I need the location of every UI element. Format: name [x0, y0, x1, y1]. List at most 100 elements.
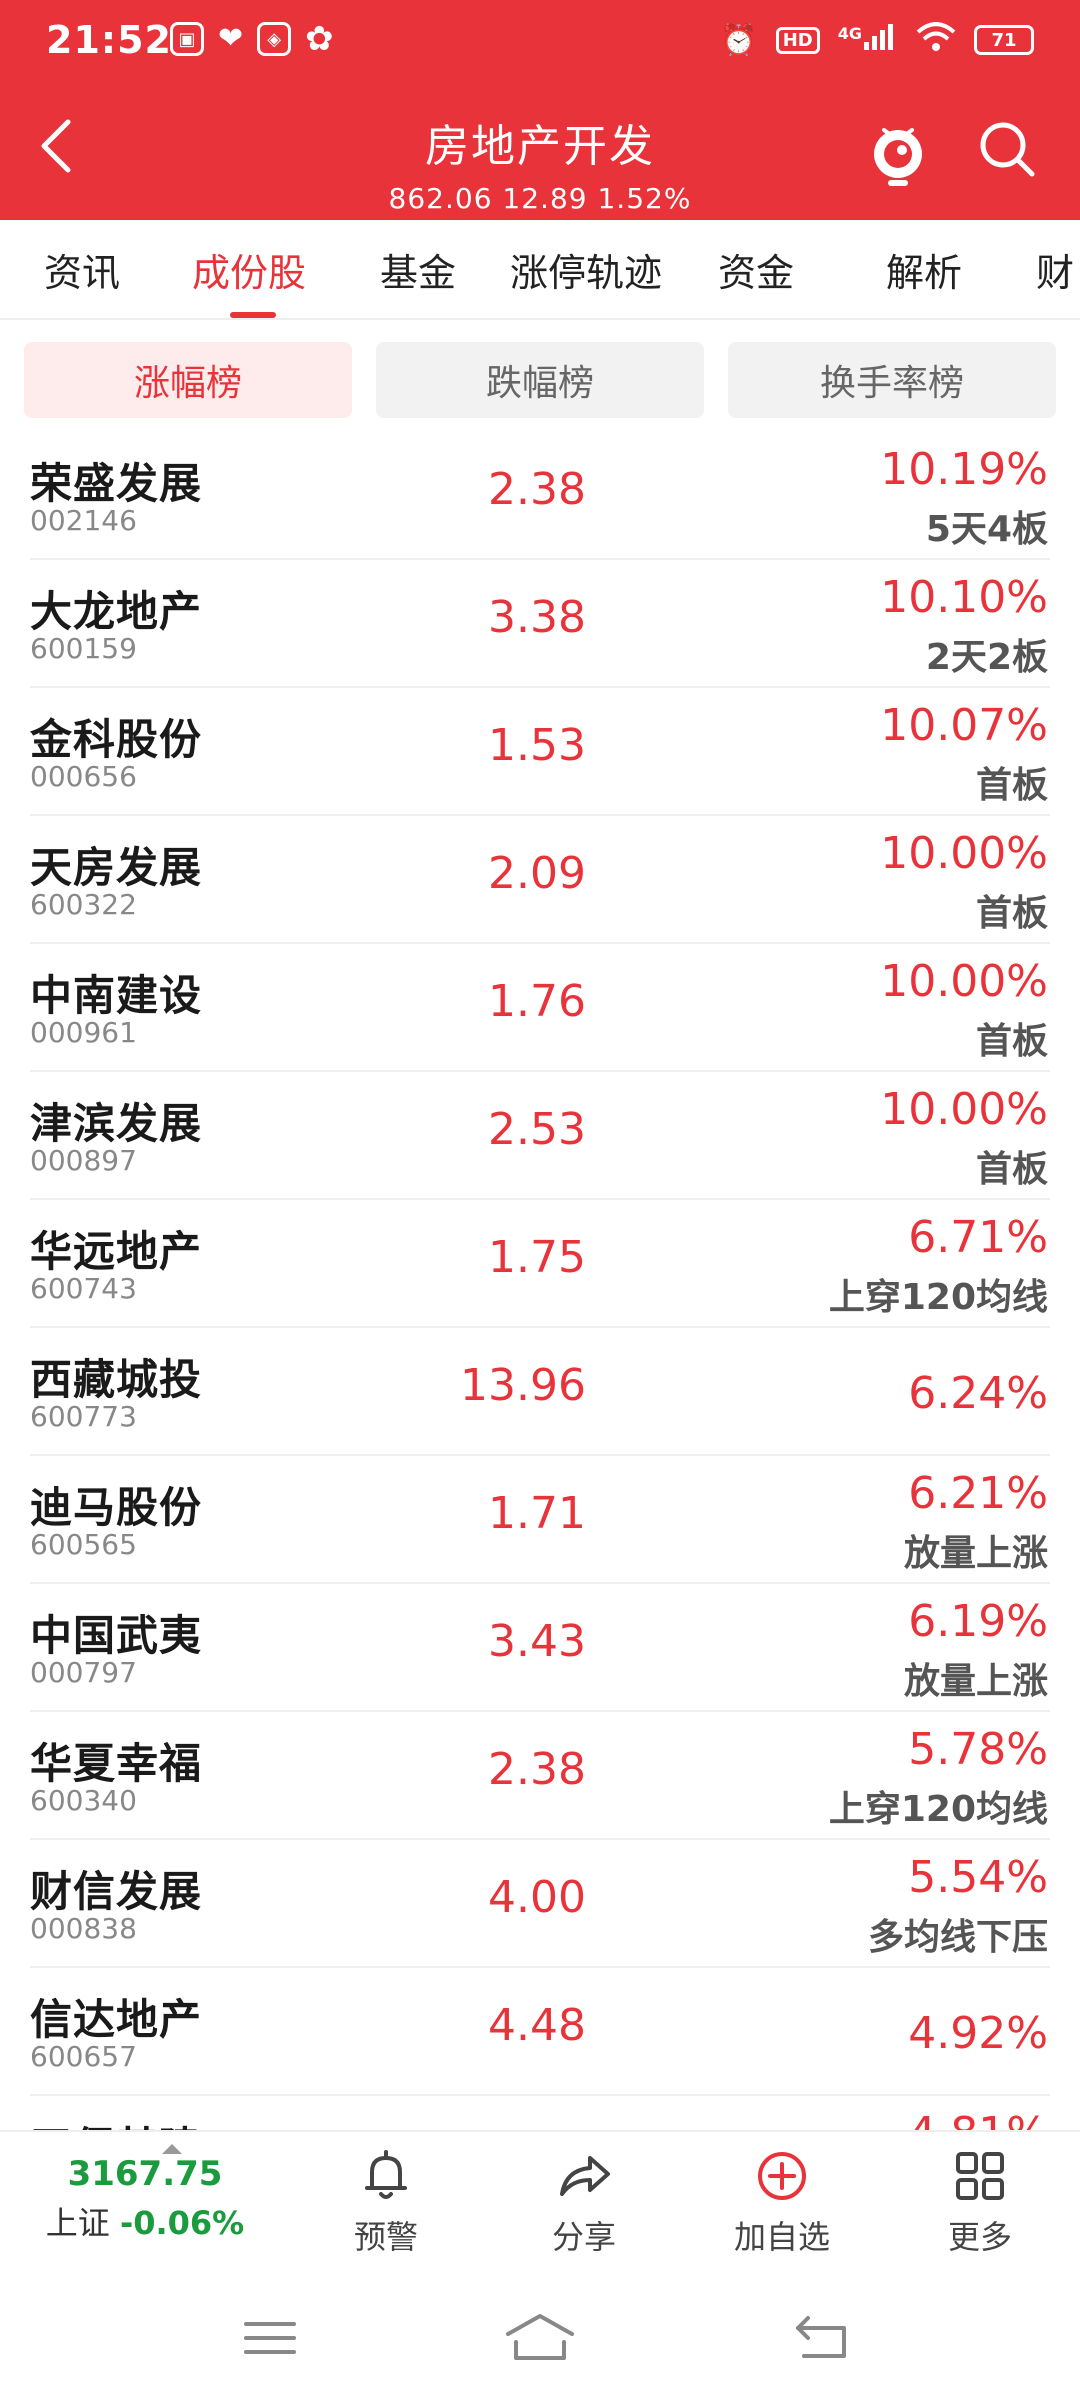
grid-icon — [956, 2152, 1004, 2200]
stock-name: 大龙地产 — [30, 587, 203, 636]
add-watchlist-label: 加自选 — [733, 2218, 830, 2256]
stock-change-pct: 10.07% — [880, 700, 1048, 751]
stock-price: 4.48 — [488, 2000, 586, 2051]
home-icon[interactable] — [504, 2312, 576, 2364]
stock-tag: 首板 — [975, 893, 1048, 934]
tab-constituents[interactable]: 成份股 — [192, 242, 306, 297]
table-row[interactable]: 金科股份 000656 1.53 10.07% 首板 — [0, 688, 1080, 816]
stock-name: 西藏城投 — [30, 1355, 203, 1404]
stock-name: 迪马股份 — [30, 1483, 203, 1532]
stock-change-pct: 4.92% — [908, 2008, 1048, 2059]
stock-price: 3.38 — [488, 592, 586, 643]
stock-code: 000797 — [30, 1656, 137, 1689]
mascot-icon[interactable] — [866, 116, 930, 188]
stock-code: 600743 — [30, 1272, 137, 1305]
wifi-icon — [916, 22, 956, 58]
tab-news[interactable]: 资讯 — [44, 242, 120, 297]
stock-change-pct: 10.10% — [880, 572, 1048, 623]
stock-name: 信达地产 — [30, 1995, 203, 2044]
stock-tag: 首板 — [975, 1149, 1048, 1190]
stock-code: 600657 — [30, 2040, 137, 2073]
filter-losers[interactable]: 跌幅榜 — [376, 342, 704, 418]
back-icon[interactable] — [794, 2312, 850, 2364]
stock-list: 荣盛发展 002146 2.38 10.19% 5天4板 大龙地产 600159… — [0, 432, 1080, 2132]
index-quote: 862.06 12.89 1.52% — [388, 182, 692, 215]
stock-price: 1.53 — [488, 720, 586, 771]
stock-code: 600565 — [30, 1528, 137, 1561]
filter-gainers[interactable]: 涨幅榜 — [24, 342, 352, 418]
stock-change-pct: 10.00% — [880, 1084, 1048, 1135]
stock-name: 荣盛发展 — [30, 459, 203, 508]
stock-tag: 首板 — [975, 765, 1048, 806]
tab-capital[interactable]: 资金 — [718, 242, 794, 297]
stock-price: 2.53 — [488, 1104, 586, 1155]
stock-name: 华夏幸福 — [30, 1739, 203, 1788]
notification-icons: ▣ ❤ ◈ ✿ — [170, 22, 334, 56]
stock-code: 600322 — [30, 888, 137, 921]
table-row[interactable]: 天房发展 600322 2.09 10.00% 首板 — [0, 816, 1080, 944]
stock-name: 中国武夷 — [30, 1611, 203, 1660]
status-time: 21:52 — [46, 18, 172, 62]
table-row[interactable]: 中南建设 000961 1.76 10.00% 首板 — [0, 944, 1080, 1072]
share-button[interactable]: 分享 — [504, 2148, 664, 2258]
search-icon[interactable] — [976, 118, 1038, 180]
stock-tag: 首板 — [975, 1021, 1048, 1062]
back-arrow-icon[interactable] — [34, 116, 78, 176]
index-change: -0.06% — [119, 2204, 245, 2242]
table-row[interactable]: 大龙地产 600159 3.38 10.10% 2天2板 — [0, 560, 1080, 688]
more-button[interactable]: 更多 — [900, 2148, 1060, 2258]
stock-code: 600159 — [30, 632, 137, 665]
table-row[interactable]: 信达地产 600657 4.48 4.92% — [0, 1968, 1080, 2096]
app-notification-icon: ▣ — [170, 22, 204, 56]
table-row[interactable]: 华远地产 600743 1.75 6.71% 上穿120均线 — [0, 1200, 1080, 1328]
app-notification-icon-2: ◈ — [257, 22, 292, 56]
stock-name: 天房发展 — [30, 843, 203, 892]
table-row[interactable]: 荣盛发展 002146 2.38 10.19% 5天4板 — [0, 432, 1080, 560]
table-row[interactable]: 财信发展 000838 4.00 5.54% 多均线下压 — [0, 1840, 1080, 1968]
stock-tag: 2天2板 — [925, 637, 1048, 678]
table-row[interactable]: 西藏城投 600773 13.96 6.24% — [0, 1328, 1080, 1456]
stock-tag: 上穿120均线 — [828, 1789, 1048, 1830]
stock-change-pct: 6.21% — [908, 1468, 1048, 1519]
stock-name: 津滨发展 — [30, 1099, 203, 1148]
alert-label: 预警 — [353, 2218, 418, 2256]
stock-change-pct: 5.78% — [908, 1724, 1048, 1775]
stock-price: 4.00 — [488, 1872, 586, 1923]
add-circle-icon — [758, 2152, 806, 2200]
shanghai-index-widget[interactable]: 3167.75 上证 -0.06% — [30, 2144, 260, 2244]
stock-price: 2.09 — [488, 848, 586, 899]
caret-up-icon — [162, 2144, 182, 2154]
tab-analysis[interactable]: 解析 — [886, 242, 962, 297]
table-row[interactable]: 中国武夷 000797 3.43 6.19% 放量上涨 — [0, 1584, 1080, 1712]
app-header: 21:52 ▣ ❤ ◈ ✿ ⏰ HD 4G 71 房地产开发 862.06 12… — [0, 0, 1080, 220]
stock-name: 华远地产 — [30, 1227, 203, 1276]
stock-price: 2.38 — [488, 1744, 586, 1795]
status-bar: 21:52 ▣ ❤ ◈ ✿ ⏰ HD 4G 71 — [0, 0, 1080, 84]
stock-change-pct: 10.00% — [880, 956, 1048, 1007]
page-title-block: 房地产开发 862.06 12.89 1.52% — [240, 110, 840, 215]
filter-turnover[interactable]: 换手率榜 — [728, 342, 1056, 418]
stock-tag: 上穿120均线 — [828, 1277, 1048, 1318]
stock-tag: 多均线下压 — [867, 1917, 1048, 1958]
stock-code: 000656 — [30, 760, 137, 793]
index-line: 上证 -0.06% — [30, 2198, 260, 2244]
tab-funds[interactable]: 基金 — [380, 242, 456, 297]
stock-change-pct: 5.54% — [908, 1852, 1048, 1903]
tab-limit-up-track[interactable]: 涨停轨迹 — [510, 242, 662, 297]
table-row[interactable]: 津滨发展 000897 2.53 10.00% 首板 — [0, 1072, 1080, 1200]
stock-tag: 5天4板 — [925, 509, 1048, 550]
stock-change-pct: 6.24% — [908, 1368, 1048, 1419]
add-watchlist-button[interactable]: 加自选 — [702, 2148, 862, 2258]
stock-tag: 放量上涨 — [903, 1533, 1048, 1574]
hd-icon: HD — [775, 26, 820, 54]
stock-code: 000897 — [30, 1144, 137, 1177]
table-row[interactable]: 迪马股份 600565 1.71 6.21% 放量上涨 — [0, 1456, 1080, 1584]
bell-icon — [365, 2150, 407, 2199]
table-row[interactable]: 天保基建 4.81% — [0, 2096, 1080, 2132]
alert-button[interactable]: 预警 — [306, 2148, 466, 2258]
table-row[interactable]: 华夏幸福 600340 2.38 5.78% 上穿120均线 — [0, 1712, 1080, 1840]
menu-icon[interactable] — [244, 2312, 296, 2364]
stock-name: 金科股份 — [30, 715, 203, 764]
tab-bar: 资讯 成份股 基金 涨停轨迹 资金 解析 财 — [0, 220, 1080, 320]
tab-finance[interactable]: 财 — [1036, 242, 1074, 297]
